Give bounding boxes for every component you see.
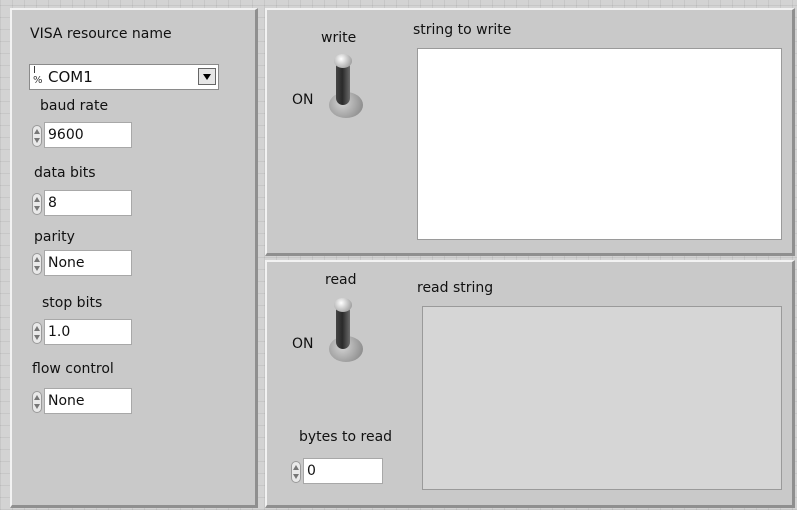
data-bits-spinner-icon[interactable] — [32, 193, 42, 215]
flow-control-field[interactable]: None — [44, 388, 132, 414]
stop-bits-control: 1.0 — [32, 319, 132, 345]
read-string-label: read string — [417, 280, 494, 296]
parity-control: None — [32, 250, 132, 276]
string-to-write-label: string to write — [413, 22, 512, 38]
write-switch-label: write — [321, 30, 357, 46]
visa-resource-select[interactable]: I% COM1 — [29, 64, 219, 90]
parity-field[interactable]: None — [44, 250, 132, 276]
bytes-to-read-field[interactable]: 0 — [303, 458, 383, 484]
flow-control-control: None — [32, 388, 132, 414]
visa-io-icon: I% — [33, 65, 43, 86]
baud-rate-label: baud rate — [40, 98, 109, 114]
data-bits-label: data bits — [34, 165, 96, 181]
visa-resource-label: VISA resource name — [30, 26, 172, 42]
read-panel: read ON read string bytes to read 0 — [265, 260, 795, 508]
baud-rate-control: 9600 — [32, 122, 132, 148]
read-string-display — [422, 306, 782, 490]
bytes-to-read-control: 0 — [291, 458, 387, 484]
bytes-to-read-spinner-icon[interactable] — [291, 461, 301, 483]
write-toggle-switch-icon[interactable] — [327, 54, 367, 124]
write-on-label: ON — [292, 92, 314, 108]
baud-rate-spinner-icon[interactable] — [32, 125, 42, 147]
data-bits-field[interactable]: 8 — [44, 190, 132, 216]
stop-bits-label: stop bits — [42, 295, 103, 311]
baud-rate-field[interactable]: 9600 — [44, 122, 132, 148]
read-on-label: ON — [292, 336, 314, 352]
flow-control-label: flow control — [32, 361, 114, 377]
visa-resource-value: COM1 — [48, 68, 93, 86]
bytes-to-read-label: bytes to read — [299, 429, 393, 445]
dropdown-arrow-icon[interactable] — [198, 68, 216, 85]
parity-spinner-icon[interactable] — [32, 253, 42, 275]
flow-control-spinner-icon[interactable] — [32, 391, 42, 413]
serial-settings-panel: VISA resource name I% COM1 baud rate 960… — [10, 8, 258, 508]
read-switch-label: read — [325, 272, 357, 288]
parity-label: parity — [34, 229, 75, 245]
stop-bits-spinner-icon[interactable] — [32, 322, 42, 344]
stop-bits-field[interactable]: 1.0 — [44, 319, 132, 345]
write-panel: write ON string to write — [265, 8, 795, 256]
data-bits-control: 8 — [32, 190, 132, 216]
string-to-write-input[interactable] — [417, 48, 782, 240]
read-toggle-switch-icon[interactable] — [327, 298, 367, 368]
